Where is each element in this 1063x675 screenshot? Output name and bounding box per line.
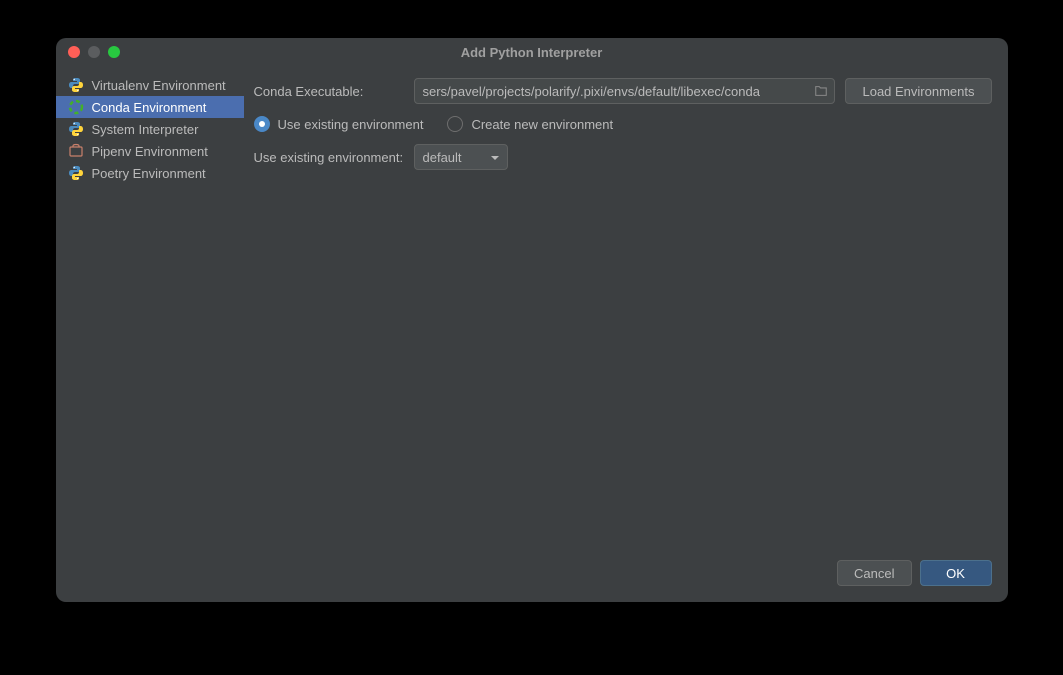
window-title: Add Python Interpreter <box>68 45 996 60</box>
environment-mode-radio-group: Use existing environment Create new envi… <box>254 116 614 132</box>
sidebar-item-label: Poetry Environment <box>92 166 206 181</box>
sidebar-item-conda[interactable]: Conda Environment <box>56 96 244 118</box>
close-window-button[interactable] <box>68 46 80 58</box>
conda-executable-input-wrapper <box>414 78 836 104</box>
python-icon <box>68 77 84 93</box>
conda-executable-input[interactable] <box>414 78 836 104</box>
create-new-radio-option[interactable]: Create new environment <box>447 116 613 132</box>
conda-executable-row: Conda Executable: Load Environments <box>254 78 992 104</box>
sidebar-item-pipenv[interactable]: Pipenv Environment <box>56 140 244 162</box>
ok-button[interactable]: OK <box>920 560 992 586</box>
dialog-content: Virtualenv Environment Conda Environment <box>56 66 1008 548</box>
interpreter-type-sidebar: Virtualenv Environment Conda Environment <box>56 66 244 548</box>
radio-button <box>447 116 463 132</box>
sidebar-item-label: Conda Environment <box>92 100 207 115</box>
traffic-lights <box>68 46 120 58</box>
cancel-button[interactable]: Cancel <box>837 560 911 586</box>
sidebar-item-label: Virtualenv Environment <box>92 78 226 93</box>
python-icon <box>68 121 84 137</box>
sidebar-item-poetry[interactable]: Poetry Environment <box>56 162 244 184</box>
selected-environment-value: default <box>423 150 462 165</box>
use-existing-radio-option[interactable]: Use existing environment <box>254 116 424 132</box>
use-existing-env-row: Use existing environment: default <box>254 144 992 170</box>
load-environments-button[interactable]: Load Environments <box>845 78 991 104</box>
titlebar: Add Python Interpreter <box>56 38 1008 66</box>
conda-icon <box>68 99 84 115</box>
environment-mode-row: Use existing environment Create new envi… <box>254 116 992 132</box>
environment-select[interactable]: default <box>414 144 508 170</box>
radio-button <box>254 116 270 132</box>
radio-label: Create new environment <box>471 117 613 132</box>
conda-executable-label: Conda Executable: <box>254 84 404 99</box>
sidebar-item-label: System Interpreter <box>92 122 199 137</box>
sidebar-item-label: Pipenv Environment <box>92 144 208 159</box>
sidebar-item-virtualenv[interactable]: Virtualenv Environment <box>56 74 244 96</box>
python-icon <box>68 165 84 181</box>
radio-label: Use existing environment <box>278 117 424 132</box>
sidebar-item-system[interactable]: System Interpreter <box>56 118 244 140</box>
dialog-window: Add Python Interpreter Virtualenv Enviro… <box>56 38 1008 602</box>
minimize-window-button[interactable] <box>88 46 100 58</box>
browse-folder-button[interactable] <box>813 83 829 99</box>
maximize-window-button[interactable] <box>108 46 120 58</box>
main-panel: Conda Executable: Load Environments <box>244 66 1008 548</box>
dialog-footer: Cancel OK <box>56 548 1008 602</box>
use-existing-label: Use existing environment: <box>254 150 404 165</box>
folder-icon <box>814 84 828 98</box>
pipenv-icon <box>68 143 84 159</box>
